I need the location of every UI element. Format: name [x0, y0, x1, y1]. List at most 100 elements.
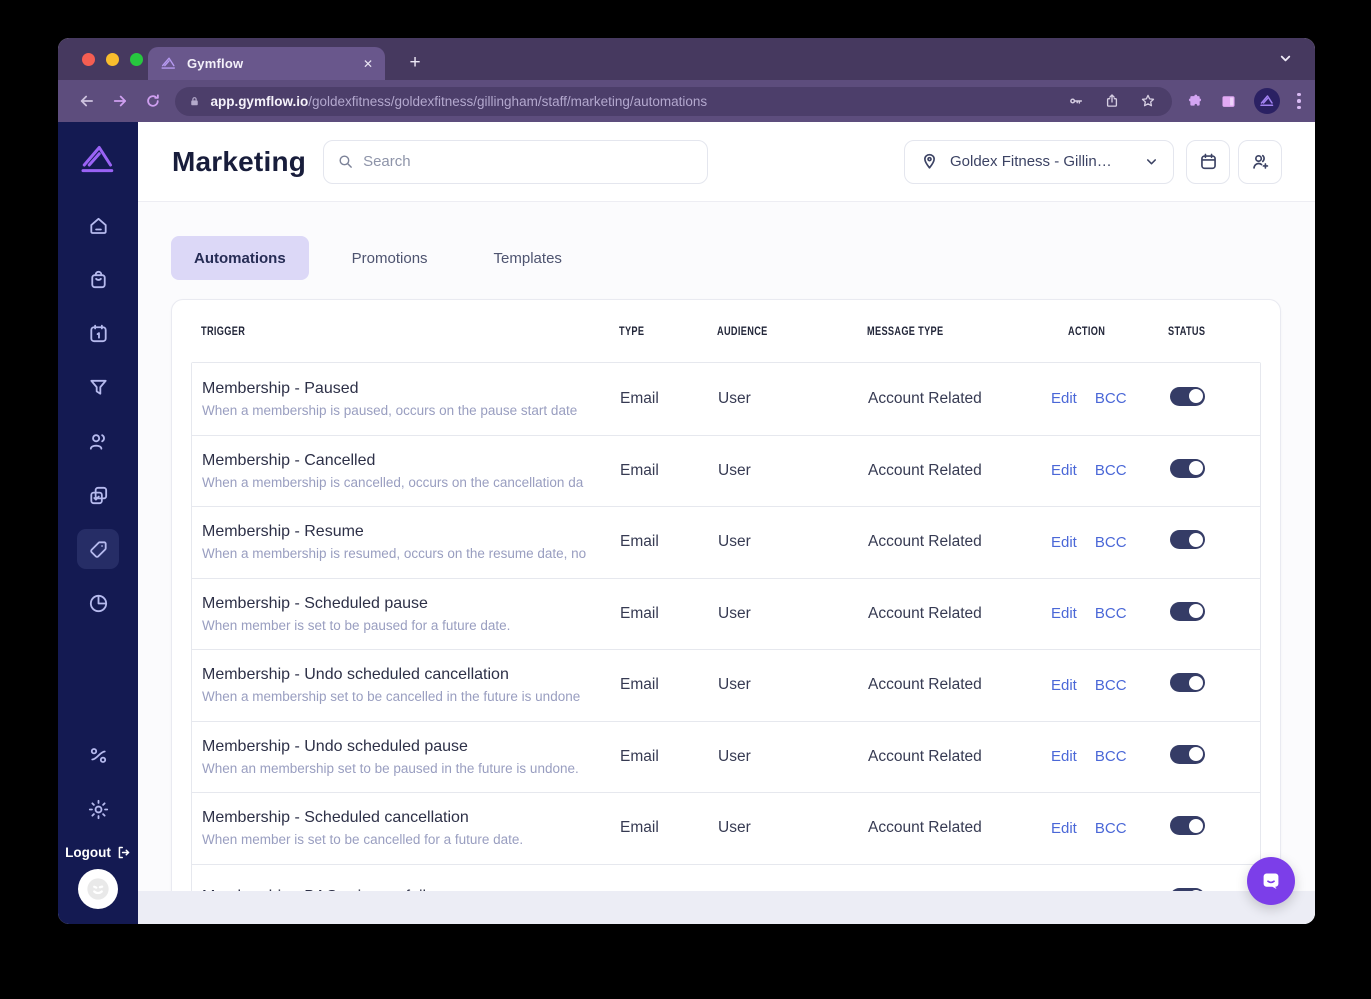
status-toggle[interactable] [1170, 601, 1205, 621]
status-toggle[interactable] [1170, 744, 1205, 764]
type-cell: Email [620, 604, 659, 622]
side-panel-icon[interactable] [1220, 93, 1237, 110]
automation-trigger-description: When a membership is cancelled, occurs o… [202, 474, 584, 490]
automation-trigger-description: When a membership set to be cancelled in… [202, 689, 581, 705]
sidebar-item-sales[interactable] [77, 259, 119, 299]
extensions-icon[interactable] [1187, 93, 1203, 109]
bcc-link[interactable]: BCC [1095, 462, 1127, 479]
sidebar-item-settings[interactable] [77, 789, 119, 829]
tab-automations[interactable]: Automations [171, 236, 309, 280]
search-input[interactable] [363, 153, 695, 170]
browser-tab-gymflow[interactable]: Gymflow ✕ [148, 47, 385, 80]
edit-link[interactable]: Edit [1051, 748, 1077, 765]
window-controls [82, 53, 143, 66]
status-toggle[interactable] [1170, 530, 1205, 550]
status-toggle[interactable] [1170, 816, 1205, 836]
edit-link[interactable]: Edit [1051, 390, 1077, 407]
column-action: ACTION [1068, 326, 1106, 338]
url-domain: app.gymflow.io [210, 93, 309, 109]
profile-badge[interactable] [1254, 88, 1281, 114]
search-box[interactable] [323, 139, 709, 184]
location-selector[interactable]: Goldex Fitness - Gillin… [904, 139, 1174, 184]
bcc-link[interactable]: BCC [1095, 748, 1127, 765]
bcc-link[interactable]: BCC [1095, 677, 1127, 694]
table-body: Membership - Paused When a membership is… [191, 362, 1261, 924]
calendar-button[interactable] [1186, 139, 1230, 184]
sidebar-item-leads[interactable] [77, 367, 119, 407]
bcc-link[interactable]: BCC [1095, 534, 1127, 551]
sidebar-item-home[interactable] [77, 205, 119, 245]
page-title: Marketing [172, 145, 307, 177]
address-bar[interactable]: app.gymflow.io/goldexfitness/goldexfitne… [175, 86, 1173, 116]
toggle-knob [1188, 389, 1203, 404]
status-toggle[interactable] [1170, 673, 1205, 693]
automation-trigger-description: When member is set to be cancelled for a… [202, 832, 524, 848]
status-toggle[interactable] [1170, 458, 1205, 478]
close-tab-icon[interactable]: ✕ [363, 57, 373, 71]
browser-window: Gymflow ✕ + app.gymflow.io/goldexfitness… [58, 38, 1315, 924]
users-icon [89, 433, 105, 450]
back-button[interactable] [78, 92, 96, 110]
add-member-button[interactable] [1238, 139, 1282, 184]
status-toggle[interactable] [1170, 386, 1205, 406]
bcc-link[interactable]: BCC [1095, 605, 1127, 622]
edit-link[interactable]: Edit [1051, 534, 1077, 551]
user-avatar[interactable] [78, 869, 118, 909]
shopping-bag-icon [90, 270, 106, 288]
automation-trigger-description: When a membership is resumed, occurs on … [202, 546, 587, 562]
intercom-launcher[interactable] [1247, 857, 1295, 905]
reload-button[interactable] [144, 92, 162, 110]
automation-trigger-title: Membership - Undo scheduled pause [202, 737, 468, 755]
tab-title: Gymflow [187, 56, 244, 71]
table-row: Membership - Cancelled When a membership… [192, 434, 1260, 506]
sidebar-item-promotions[interactable] [77, 735, 119, 775]
gymflow-logo[interactable] [76, 138, 120, 182]
maximize-window-button[interactable] [130, 53, 143, 66]
column-trigger: TRIGGER [201, 326, 246, 338]
toggle-knob [1188, 532, 1203, 547]
tab-templates[interactable]: Templates [471, 236, 585, 280]
minimize-window-button[interactable] [106, 53, 119, 66]
sidebar-item-marketing[interactable] [77, 529, 119, 569]
message-type-cell: Account Related [868, 533, 982, 551]
share-icon[interactable] [1104, 93, 1120, 109]
chat-bubble-icon [1263, 873, 1279, 889]
lock-icon [191, 96, 199, 105]
close-window-button[interactable] [82, 53, 95, 66]
sidebar-item-tasks[interactable] [77, 475, 119, 515]
edit-link[interactable]: Edit [1051, 605, 1077, 622]
tab-search-chevron-icon[interactable] [1278, 51, 1293, 66]
sidebar-item-members[interactable] [77, 421, 119, 461]
search-icon [339, 155, 352, 168]
automation-trigger-title: Membership - Scheduled pause [202, 594, 428, 612]
edit-link[interactable]: Edit [1051, 462, 1077, 479]
bcc-link[interactable]: BCC [1095, 820, 1127, 837]
browser-menu-icon[interactable] [1297, 92, 1301, 110]
sidebar-item-calendar[interactable] [77, 313, 119, 353]
edit-link[interactable]: Edit [1051, 677, 1077, 694]
automation-trigger-description: When a membership is paused, occurs on t… [202, 402, 578, 418]
type-cell: Email [620, 747, 659, 765]
sidebar: Logout [58, 122, 138, 924]
logout-button[interactable]: Logout [65, 845, 131, 860]
audience-cell: User [718, 461, 751, 479]
sidebar-item-reports[interactable] [77, 583, 119, 623]
audience-cell: User [718, 533, 751, 551]
forward-button[interactable] [111, 92, 129, 110]
bookmark-star-icon[interactable] [1140, 93, 1156, 109]
user-plus-icon [1252, 154, 1268, 169]
password-key-icon[interactable] [1068, 93, 1084, 109]
edit-link[interactable]: Edit [1051, 820, 1077, 837]
gymflow-favicon-icon [161, 57, 176, 69]
browser-tab-strip: Gymflow ✕ + [58, 38, 1315, 80]
new-tab-button[interactable]: + [402, 50, 428, 76]
automations-table: TRIGGER TYPE AUDIENCE MESSAGE TYPE ACTIO… [171, 299, 1281, 924]
browser-toolbar: app.gymflow.io/goldexfitness/goldexfitne… [58, 80, 1315, 122]
percent-icon [90, 747, 106, 763]
column-status: STATUS [1168, 326, 1206, 338]
tab-promotions[interactable]: Promotions [329, 236, 451, 280]
bcc-link[interactable]: BCC [1095, 390, 1127, 407]
type-cell: Email [620, 676, 659, 694]
table-row: Membership - Undo scheduled pause When a… [192, 720, 1260, 792]
audience-cell: User [718, 604, 751, 622]
